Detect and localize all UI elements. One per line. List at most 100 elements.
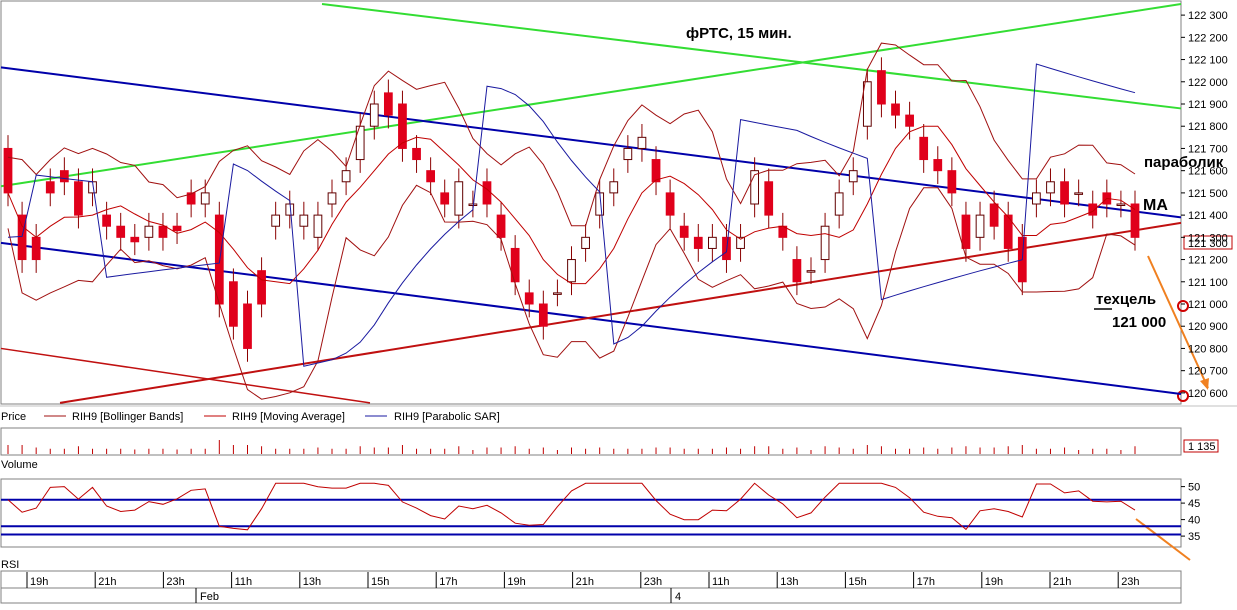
candle-body — [693, 236, 703, 249]
price-tick-label: 121 400 — [1188, 210, 1228, 222]
candle-body — [848, 170, 858, 183]
price-tick-label: 121 300 — [1188, 232, 1228, 244]
price-tick-label: 121 200 — [1188, 255, 1228, 267]
candle-body — [1060, 181, 1069, 205]
candle-body — [806, 270, 816, 273]
candle-body — [553, 292, 562, 295]
rsi-tick-label: 50 — [1188, 482, 1200, 494]
time-tick-label: 13h — [780, 576, 798, 588]
price-tick-label: 120 600 — [1188, 388, 1228, 400]
candle-body — [905, 114, 914, 127]
candle-body — [933, 159, 943, 172]
candle-body — [919, 136, 929, 161]
date-tick-label: Feb — [200, 591, 219, 603]
candle-body — [538, 303, 548, 327]
candle-body — [243, 303, 252, 349]
time-tick-label: 17h — [917, 576, 935, 588]
candle-body — [947, 170, 957, 194]
candle-body — [45, 181, 55, 194]
legend-psar: RIH9 [Parabolic SAR] — [394, 411, 500, 423]
candle-body — [1046, 181, 1055, 194]
price-tick-label: 122 100 — [1188, 55, 1228, 67]
time-tick-label: 21h — [576, 576, 594, 588]
candle-body — [891, 103, 900, 116]
candle-body — [383, 92, 393, 116]
target-annotation-value: 121 000 — [1112, 314, 1166, 331]
candle-body — [257, 270, 266, 305]
price-tick-label: 122 200 — [1188, 32, 1228, 44]
candle-body — [1116, 203, 1126, 206]
time-tick-label: 17h — [439, 576, 457, 588]
candle-body — [271, 214, 281, 227]
rsi-tick-label: 35 — [1188, 531, 1200, 543]
chart-title: фРТС, 15 мин. — [686, 25, 792, 42]
price-tick-label: 121 100 — [1188, 277, 1228, 289]
candle-body — [764, 181, 774, 216]
candle-body — [59, 170, 69, 183]
candle-body — [524, 292, 534, 305]
candle-body — [510, 247, 520, 283]
time-tick-label: 15h — [848, 576, 866, 588]
candle-body — [820, 225, 830, 261]
time-tick-label: 19h — [30, 576, 48, 588]
candle-body — [299, 214, 309, 227]
time-tick-label: 15h — [371, 576, 389, 588]
candle-body — [834, 192, 844, 216]
candle-body — [708, 236, 717, 249]
price-tick-label: 121 500 — [1188, 188, 1228, 200]
legend-bollinger: RIH9 [Bollinger Bands] — [72, 411, 183, 423]
candle-body — [158, 225, 168, 238]
ma-annotation: MA — [1143, 197, 1168, 214]
candle-body — [862, 81, 872, 127]
candle-body — [567, 259, 576, 283]
candle-body — [468, 203, 478, 206]
candle-body — [327, 192, 337, 205]
price-tick-label: 120 700 — [1188, 366, 1228, 378]
candle-body — [144, 225, 154, 238]
time-tick-label: 11h — [235, 576, 253, 588]
candle-body — [313, 214, 323, 238]
candle-body — [31, 236, 41, 261]
volume-panel — [0, 427, 1182, 456]
legend-ma: RIH9 [Moving Average] — [232, 411, 345, 423]
candle-body — [172, 225, 182, 232]
time-tick-label: 21h — [98, 576, 116, 588]
time-tick-label: 13h — [303, 576, 321, 588]
candle-body — [17, 214, 27, 261]
price-tick-label: 121 800 — [1188, 121, 1228, 133]
chart: Price RIH9 [Bollinger Bands] RIH9 [Movin… — [0, 0, 1237, 605]
candle-body — [792, 259, 802, 283]
candle-body — [1130, 203, 1140, 238]
candle-body — [130, 236, 140, 243]
candle-body — [1088, 203, 1098, 216]
candle-body — [369, 103, 379, 127]
rsi-label: RSI — [1, 559, 19, 571]
candle-body — [74, 181, 83, 216]
volume-label: Volume — [1, 459, 38, 471]
candle-body — [877, 70, 886, 105]
candle-body — [989, 203, 999, 227]
candle-body — [200, 192, 210, 205]
candle-body — [1032, 192, 1041, 205]
time-tick-label: 23h — [1121, 576, 1139, 588]
price-tick-label: 121 700 — [1188, 143, 1228, 155]
candle-body — [426, 170, 435, 183]
candle-body — [482, 181, 492, 205]
candle-body — [440, 192, 450, 205]
candle-body — [355, 125, 365, 161]
target-annotation-label: техцель — [1096, 291, 1156, 308]
candle-body — [1074, 192, 1084, 195]
candle-body — [651, 159, 661, 183]
candle-body — [496, 214, 506, 238]
rsi-panel — [0, 478, 1182, 548]
legend-price: Price — [1, 411, 26, 423]
candle-body — [679, 225, 689, 238]
volume-last-value: 1 135 — [1188, 441, 1216, 453]
date-tick-label: 4 — [675, 591, 681, 603]
candle-body — [454, 181, 464, 216]
price-tick-label: 120 900 — [1188, 321, 1228, 333]
time-tick-label: 23h — [166, 576, 184, 588]
price-tick-label: 121 900 — [1188, 99, 1228, 111]
chart-svg: Price RIH9 [Bollinger Bands] RIH9 [Movin… — [0, 0, 1237, 604]
price-tick-label: 121 000 — [1188, 299, 1228, 311]
